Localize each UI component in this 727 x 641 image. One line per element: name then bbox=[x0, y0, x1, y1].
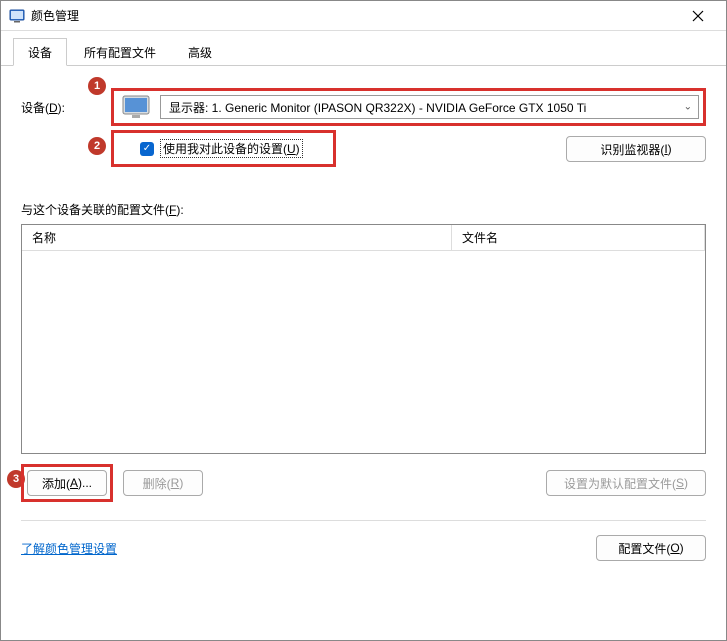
footer-row: 了解颜色管理设置 配置文件(O) bbox=[21, 535, 706, 561]
col-header-file[interactable]: 文件名 bbox=[452, 225, 705, 250]
tab-all-profiles[interactable]: 所有配置文件 bbox=[69, 38, 171, 66]
use-settings-checkbox[interactable]: ✓ bbox=[140, 142, 154, 156]
device-select-value: 显示器: 1. Generic Monitor (IPASON QR322X) … bbox=[169, 99, 586, 116]
window-title: 颜色管理 bbox=[31, 7, 678, 24]
associated-profiles-label: 与这个设备关联的配置文件(F): bbox=[21, 201, 706, 218]
device-select[interactable]: 显示器: 1. Generic Monitor (IPASON QR322X) … bbox=[160, 95, 699, 119]
device-row: 设备(D): 1 显示器: 1. Generic Monitor (IPASON… bbox=[21, 88, 706, 126]
table-header: 名称 文件名 bbox=[22, 225, 705, 251]
annotation-1: 1 bbox=[88, 77, 106, 95]
annotation-2: 2 bbox=[88, 137, 106, 155]
table-buttons-row: 3 添加(A)... 删除(R) 设置为默认配置文件(S) bbox=[21, 464, 706, 502]
device-select-highlight: 1 显示器: 1. Generic Monitor (IPASON QR322X… bbox=[111, 88, 706, 126]
use-settings-label: 使用我对此设备的设置(U) bbox=[160, 139, 303, 158]
identify-monitors-button[interactable]: 识别监视器(I) bbox=[566, 136, 706, 162]
tab-advanced[interactable]: 高级 bbox=[173, 38, 227, 66]
table-body[interactable] bbox=[22, 251, 705, 453]
use-settings-highlight: 2 ✓ 使用我对此设备的设置(U) bbox=[111, 130, 336, 167]
app-icon bbox=[9, 8, 25, 24]
tab-device[interactable]: 设备 bbox=[13, 38, 67, 66]
add-button[interactable]: 添加(A)... bbox=[27, 470, 107, 496]
monitor-icon bbox=[122, 95, 150, 119]
settings-row: 2 ✓ 使用我对此设备的设置(U) 识别监视器(I) bbox=[21, 130, 706, 167]
divider bbox=[21, 520, 706, 521]
close-icon bbox=[692, 10, 704, 22]
set-default-button: 设置为默认配置文件(S) bbox=[546, 470, 706, 496]
device-label: 设备(D): bbox=[21, 99, 111, 116]
remove-button: 删除(R) bbox=[123, 470, 203, 496]
profiles-button[interactable]: 配置文件(O) bbox=[596, 535, 706, 561]
color-management-window: 颜色管理 设备 所有配置文件 高级 设备(D): 1 bbox=[0, 0, 727, 641]
content-area: 设备(D): 1 显示器: 1. Generic Monitor (IPASON… bbox=[1, 66, 726, 640]
tab-bar: 设备 所有配置文件 高级 bbox=[1, 31, 726, 66]
titlebar: 颜色管理 bbox=[1, 1, 726, 31]
add-button-highlight: 添加(A)... bbox=[21, 464, 113, 502]
chevron-down-icon: ⌄ bbox=[684, 102, 692, 113]
profiles-table: 名称 文件名 bbox=[21, 224, 706, 454]
learn-link[interactable]: 了解颜色管理设置 bbox=[21, 540, 117, 557]
col-header-name[interactable]: 名称 bbox=[22, 225, 452, 250]
close-button[interactable] bbox=[678, 2, 718, 30]
